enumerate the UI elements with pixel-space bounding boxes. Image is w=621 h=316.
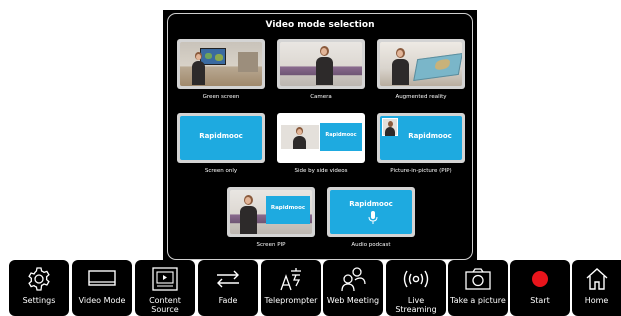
content-source-label-line1: Content <box>149 296 181 305</box>
home-label: Home <box>584 296 609 305</box>
start-label: Start <box>530 296 550 305</box>
brand-logo: Rapidmooc <box>270 205 306 211</box>
augmented-reality-thumbnail <box>380 42 462 86</box>
world-map-screen <box>200 48 226 65</box>
mode-label: Camera <box>310 94 332 100</box>
mode-augmented-reality[interactable]: Augmented reality <box>377 39 465 100</box>
audio-podcast-thumbnail: Rapidmooc <box>330 190 412 234</box>
mode-camera[interactable]: Camera <box>277 39 365 100</box>
web-meeting-label: Web Meeting <box>326 296 380 305</box>
swap-arrows-icon <box>217 270 239 288</box>
fade-label: Fade <box>218 296 238 305</box>
live-streaming-button[interactable]: Live Streaming <box>386 260 446 316</box>
pip-screen-window: Rapidmooc <box>266 196 310 224</box>
mode-label: Green screen <box>202 94 240 100</box>
stage: Video mode selection Green screen Camera… <box>0 0 621 316</box>
mode-screen-only[interactable]: Rapidmooc Screen only <box>177 113 265 174</box>
live-streaming-label-line1: Live <box>407 296 425 305</box>
settings-label: Settings <box>22 296 56 305</box>
side-by-side-thumbnail: Rapidmooc <box>280 116 362 160</box>
pip-thumbnail: Rapidmooc <box>380 116 462 160</box>
live-streaming-label-line2: Streaming <box>395 305 437 314</box>
camera-icon <box>465 268 491 290</box>
people-icon <box>341 267 366 292</box>
live-streaming-label: Live Streaming <box>386 296 446 314</box>
fade-button[interactable]: Fade <box>198 260 258 316</box>
web-meeting-button[interactable]: Web Meeting <box>323 260 383 316</box>
mode-screen-pip[interactable]: Rapidmooc Screen PIP <box>227 187 315 248</box>
broadcast-icon <box>403 270 429 288</box>
screen-pip-thumbnail: Rapidmooc <box>230 190 312 234</box>
start-button[interactable]: Start <box>510 260 570 316</box>
brand-logo: Rapidmooc <box>325 132 357 138</box>
brand-logo: Rapidmooc <box>349 200 393 208</box>
green-screen-thumbnail <box>180 42 262 86</box>
3d-map-object <box>413 53 462 81</box>
content-source-button[interactable]: Content Source <box>135 260 195 316</box>
settings-button[interactable]: Settings <box>9 260 69 316</box>
video-mode-dialog: Video mode selection Green screen Camera… <box>163 10 477 260</box>
mode-side-by-side[interactable]: Rapidmooc Side by side videos <box>277 113 365 174</box>
mode-pip[interactable]: Rapidmooc Picture-in-picture (PIP) <box>377 113 465 174</box>
mode-label: Augmented reality <box>395 94 447 100</box>
brand-logo: Rapidmooc <box>199 132 243 140</box>
dialog-frame: Video mode selection Green screen Camera… <box>167 13 473 260</box>
mode-label: Audio podcast <box>351 242 391 248</box>
mode-label: Side by side videos <box>294 168 348 174</box>
take-picture-button[interactable]: Take a picture <box>448 260 508 316</box>
brand-logo: Rapidmooc <box>408 132 452 140</box>
dialog-title: Video mode selection <box>265 20 375 30</box>
monitor-icon <box>88 270 116 286</box>
bottom-toolbar: Settings Video Mode Content Source Fade … <box>0 260 621 316</box>
gear-icon <box>28 267 50 291</box>
camera-thumbnail <box>280 42 362 86</box>
record-icon <box>532 271 548 287</box>
mode-label: Screen PIP <box>256 242 286 248</box>
teleprompter-icon <box>280 268 301 291</box>
screen-only-thumbnail: Rapidmooc <box>180 116 262 160</box>
microphone-icon <box>368 211 378 224</box>
teleprompter-button[interactable]: Teleprompter <box>261 260 321 316</box>
home-button[interactable]: Home <box>572 260 621 316</box>
content-screen: Rapidmooc <box>320 123 362 151</box>
content-source-label: Content Source <box>135 296 195 314</box>
presenter-video <box>281 125 319 149</box>
mode-label: Screen only <box>204 168 238 174</box>
content-source-icon <box>152 267 178 291</box>
video-mode-button[interactable]: Video Mode <box>72 260 132 316</box>
take-picture-label: Take a picture <box>450 296 506 305</box>
video-mode-label: Video Mode <box>78 296 126 305</box>
mode-green-screen[interactable]: Green screen <box>177 39 265 100</box>
teleprompter-label: Teleprompter <box>264 296 318 305</box>
pip-window <box>382 118 398 136</box>
mode-label: Picture-in-picture (PIP) <box>390 168 452 174</box>
home-icon <box>586 268 607 290</box>
mode-audio-podcast[interactable]: Rapidmooc Audio podcast <box>327 187 415 248</box>
content-source-label-line2: Source <box>151 305 179 314</box>
